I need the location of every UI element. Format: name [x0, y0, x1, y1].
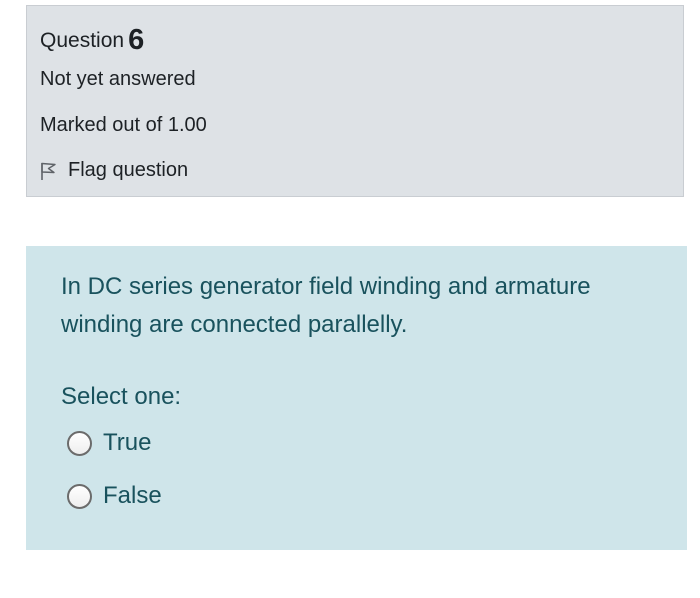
option-false[interactable]: False: [67, 482, 162, 510]
question-info-panel: Question 6 Not yet answered Marked out of…: [26, 5, 684, 197]
question-number: 6: [128, 24, 145, 56]
flag-icon: [41, 162, 56, 180]
marks-info: Marked out of 1.00: [40, 114, 207, 136]
option-false-radio[interactable]: [67, 483, 92, 509]
option-true-radio[interactable]: [67, 430, 92, 456]
question-text: In DC series generator field winding and…: [61, 273, 591, 338]
question-label: Question: [40, 29, 125, 52]
question-title: Question 6: [40, 22, 145, 56]
answer-status: Not yet answered: [40, 68, 196, 90]
option-true-label[interactable]: True: [103, 429, 151, 457]
select-one-prompt: Select one:: [61, 383, 182, 410]
option-false-label[interactable]: False: [103, 482, 162, 510]
option-true[interactable]: True: [67, 429, 151, 457]
flag-question-link[interactable]: Flag question: [40, 159, 188, 182]
flag-question-label: Flag question: [68, 159, 189, 181]
question-content-panel: In DC series generator field winding and…: [26, 246, 687, 550]
